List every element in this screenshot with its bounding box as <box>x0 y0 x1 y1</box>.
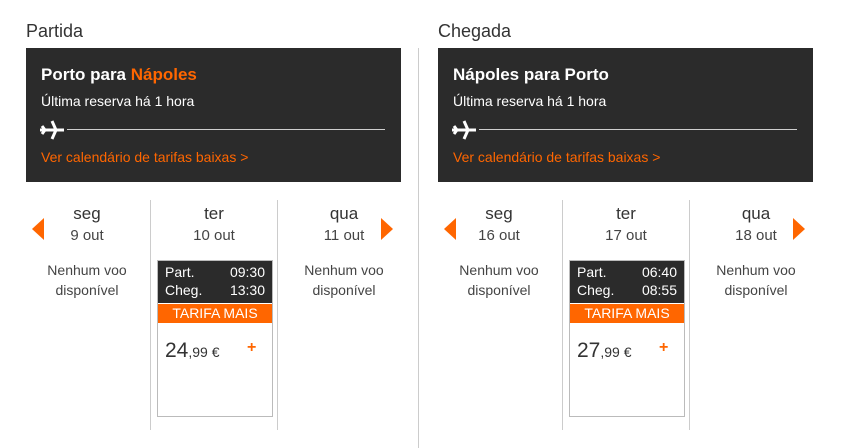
day-name: seg <box>73 204 101 223</box>
departure-label: Part. <box>577 264 607 280</box>
fare-badge: TARIFA MAIS <box>570 304 684 323</box>
day-name: qua <box>329 204 359 223</box>
arrival-label: Cheg. <box>165 282 203 298</box>
outbound-route-card: Porto para Nápoles Última reserva há 1 h… <box>26 48 401 182</box>
outbound-route: Porto para Nápoles <box>41 65 197 85</box>
booking-info: Última reserva há 1 hora <box>41 93 195 109</box>
route-destination: Nápoles <box>130 65 197 84</box>
flight-times: Part. 09:30 Cheg. 13:30 <box>158 261 272 303</box>
price-decimals: ,99 € <box>188 344 220 360</box>
return-route-card: Nápoles para Porto Última reserva há 1 h… <box>438 48 813 182</box>
price: 24,99 € <box>165 339 220 363</box>
flight-path <box>39 118 386 142</box>
day-name: qua <box>741 204 771 223</box>
departure-time: 09:30 <box>229 264 265 280</box>
outbound-section: Partida Porto para Nápoles Última reserv… <box>26 0 401 448</box>
price-main: 24 <box>165 339 189 362</box>
return-route: Nápoles para Porto <box>453 65 609 84</box>
departure-time: 06:40 <box>641 264 677 280</box>
day-date: 17 out <box>605 227 647 244</box>
outbound-title: Partida <box>26 21 84 41</box>
no-flight-text: Nenhum voo disponível <box>304 262 384 298</box>
booking-info: Última reserva há 1 hora <box>453 93 607 109</box>
day-date: 10 out <box>193 227 235 244</box>
no-flight-text: Nenhum voo disponível <box>47 262 127 298</box>
day-date: 16 out <box>478 227 520 244</box>
calendar-link[interactable]: Ver calendário de tarifas baixas > <box>453 149 660 165</box>
add-flight-button[interactable]: + <box>247 339 256 357</box>
flight-path-line <box>479 129 797 130</box>
no-flight-text: Nenhum voo disponível <box>716 262 796 298</box>
day-name: seg <box>485 204 513 223</box>
plane-icon <box>40 120 64 140</box>
return-section: Chegada Nápoles para Porto Última reserv… <box>438 0 813 448</box>
price-main: 27 <box>577 339 601 362</box>
no-flight-text: Nenhum voo disponível <box>459 262 539 298</box>
price-decimals: ,99 € <box>600 344 632 360</box>
arrival-label: Cheg. <box>577 282 615 298</box>
flight-path <box>451 118 798 142</box>
day-date: 18 out <box>735 227 777 244</box>
return-title: Chegada <box>438 21 512 41</box>
flight-times: Part. 06:40 Cheg. 08:55 <box>570 261 684 303</box>
flight-path-line <box>67 129 385 130</box>
fare-badge: TARIFA MAIS <box>158 304 272 323</box>
day-name: ter <box>616 204 636 223</box>
departure-label: Part. <box>165 264 195 280</box>
day-date: 11 out <box>323 227 365 244</box>
add-flight-button[interactable]: + <box>659 339 668 357</box>
route-origin: Porto para <box>41 65 131 84</box>
day-column-tue-selected[interactable]: ter 10 out Part. 09:30 Cheg. 13:30 TARIFA … <box>150 200 278 430</box>
flight-card[interactable]: Part. 06:40 Cheg. 08:55 TARIFA MAIS 27,99 … <box>569 260 685 417</box>
day-column-tue-selected[interactable]: ter 17 out Part. 06:40 Cheg. 08:55 TARIFA … <box>562 200 690 430</box>
flight-card[interactable]: Part. 09:30 Cheg. 13:30 TARIFA MAIS 24,99 … <box>157 260 273 417</box>
arrival-time: 08:55 <box>641 282 677 298</box>
plane-icon <box>452 120 476 140</box>
price: 27,99 € <box>577 339 632 363</box>
day-name: ter <box>204 204 224 223</box>
arrival-time: 13:30 <box>229 282 265 298</box>
section-divider <box>418 48 419 448</box>
calendar-link[interactable]: Ver calendário de tarifas baixas > <box>41 149 248 165</box>
day-date: 9 out <box>70 227 104 244</box>
